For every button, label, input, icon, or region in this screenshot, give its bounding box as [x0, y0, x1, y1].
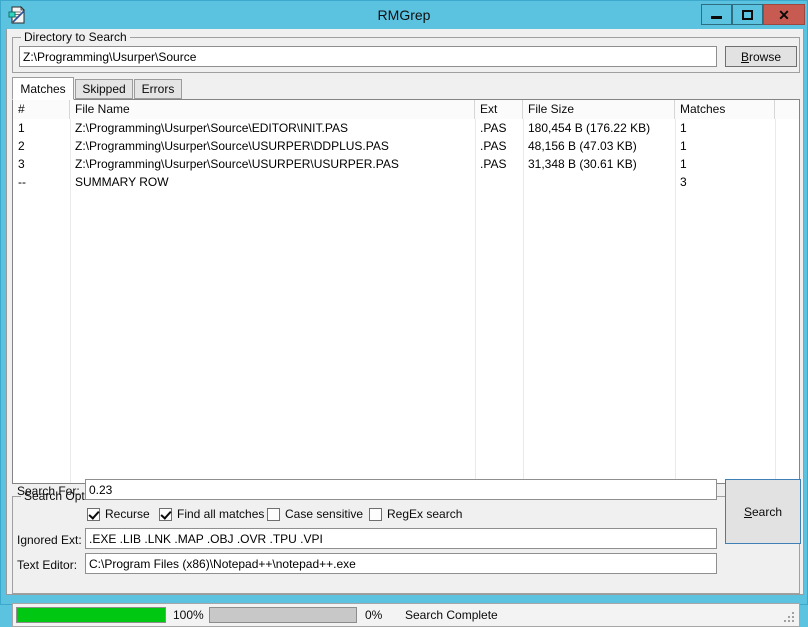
cell-matches: 1: [680, 157, 687, 171]
progress-secondary-percent: 0%: [365, 608, 383, 622]
search-button[interactable]: Search: [725, 479, 801, 544]
close-button[interactable]: ✕: [763, 4, 805, 25]
app-window: RMGrep ✕ Directory to Search Browse Matc…: [0, 0, 808, 627]
cell-file-size: 48,156 B (47.03 KB): [528, 139, 637, 153]
cell-ext: .PAS: [480, 139, 507, 153]
cell-file-size: 31,348 B (30.61 KB): [528, 157, 637, 171]
progress-primary-percent: 100%: [173, 608, 204, 622]
cell-file-name: SUMMARY ROW: [75, 175, 169, 189]
listview-header: # File Name Ext File Size Matches: [13, 100, 799, 119]
progress-bar-secondary: [209, 607, 357, 623]
search-rest: earch: [751, 504, 783, 519]
column-header-ext[interactable]: Ext: [475, 100, 523, 119]
maximize-button[interactable]: [732, 4, 763, 25]
tab-errors-label: Errors: [141, 82, 175, 96]
checkbox-case-sensitive-label: Case sensitive: [285, 507, 364, 521]
progress-bar-primary: [16, 607, 166, 623]
column-header-file-name[interactable]: File Name: [70, 100, 475, 119]
checkbox-find-all-matches[interactable]: Find all matches: [159, 506, 264, 522]
status-bar: 100% 0% Search Complete: [12, 603, 800, 627]
tab-errors[interactable]: Errors: [134, 79, 182, 99]
search-for-input[interactable]: [85, 479, 717, 500]
checkbox-case-sensitive[interactable]: Case sensitive: [267, 506, 363, 522]
directory-group-label: Directory to Search: [21, 30, 130, 44]
cell-matches: 1: [680, 139, 687, 153]
resize-grip[interactable]: [783, 611, 796, 624]
cell-ext: .PAS: [480, 121, 507, 135]
cell-ext: [475, 173, 523, 191]
close-icon: ✕: [778, 6, 790, 23]
checkbox-recurse-label: Recurse: [105, 507, 150, 521]
minimize-button[interactable]: [701, 4, 732, 25]
table-row[interactable]: -- SUMMARY ROW 3: [13, 173, 799, 191]
directory-path-input[interactable]: [19, 46, 717, 67]
cell-ext: .PAS: [480, 157, 507, 171]
checkbox-recurse[interactable]: Recurse: [87, 506, 150, 522]
client-area: Directory to Search Browse Matches Skipp…: [6, 29, 804, 627]
checkbox-find-all-matches-box[interactable]: [159, 507, 172, 521]
window-title: RMGrep: [377, 7, 431, 23]
cell-num: --: [18, 175, 26, 189]
listview-body: 1 Z:\Programming\Usurper\Source\EDITOR\I…: [13, 119, 799, 483]
browse-button[interactable]: Browse: [725, 46, 797, 67]
browse-accel: B: [740, 49, 749, 64]
column-header-num[interactable]: #: [13, 100, 70, 119]
cell-matches: 3: [680, 175, 687, 189]
tab-matches[interactable]: Matches: [12, 77, 74, 100]
search-button-label: Search: [744, 505, 782, 519]
minimize-icon: [711, 15, 722, 19]
cell-file-name: Z:\Programming\Usurper\Source\EDITOR\INI…: [75, 121, 348, 135]
status-message: Search Complete: [405, 608, 498, 622]
table-row[interactable]: 2 Z:\Programming\Usurper\Source\USURPER\…: [13, 137, 799, 155]
text-editor-input[interactable]: [85, 553, 717, 574]
results-listview[interactable]: # File Name Ext File Size Matches 1 Z:\P…: [12, 99, 800, 484]
title-bar[interactable]: RMGrep ✕: [1, 1, 807, 29]
cell-num: 1: [18, 121, 25, 135]
cell-file-name: Z:\Programming\Usurper\Source\USURPER\DD…: [75, 139, 389, 153]
ignored-ext-label: Ignored Ext:: [17, 533, 82, 547]
browse-button-label: Browse: [741, 50, 781, 64]
checkbox-regex-search-label: RegEx search: [387, 507, 463, 521]
checkbox-find-all-matches-label: Find all matches: [177, 507, 265, 521]
tab-strip: Matches Skipped Errors: [12, 77, 800, 100]
search-accel: S: [743, 504, 752, 519]
tab-matches-label: Matches: [20, 81, 66, 96]
column-header-matches[interactable]: Matches: [675, 100, 775, 119]
cell-matches: 1: [680, 121, 687, 135]
checkbox-case-sensitive-box[interactable]: [267, 507, 280, 521]
progress-bar-primary-fill: [17, 608, 165, 622]
checkbox-regex-search-box[interactable]: [369, 507, 382, 521]
browse-rest: rowse: [749, 49, 782, 64]
maximize-icon: [742, 9, 753, 20]
table-row[interactable]: 3 Z:\Programming\Usurper\Source\USURPER\…: [13, 155, 799, 173]
tab-skipped-label: Skipped: [82, 82, 126, 96]
table-row[interactable]: 1 Z:\Programming\Usurper\Source\EDITOR\I…: [13, 119, 799, 137]
cell-file-name: Z:\Programming\Usurper\Source\USURPER\US…: [75, 157, 399, 171]
cell-file-size: 180,454 B (176.22 KB): [528, 121, 651, 135]
checkbox-recurse-box[interactable]: [87, 507, 100, 521]
checkbox-regex-search[interactable]: RegEx search: [369, 506, 462, 522]
cell-file-size: [523, 173, 675, 191]
ignored-ext-input[interactable]: [85, 528, 717, 549]
search-for-label: Search For:: [17, 484, 80, 498]
column-header-file-size[interactable]: File Size: [523, 100, 675, 119]
tab-skipped[interactable]: Skipped: [75, 79, 133, 99]
cell-num: 2: [18, 139, 25, 153]
cell-num: 3: [18, 157, 25, 171]
column-header-spare[interactable]: [775, 100, 799, 119]
text-editor-label: Text Editor:: [17, 558, 78, 572]
